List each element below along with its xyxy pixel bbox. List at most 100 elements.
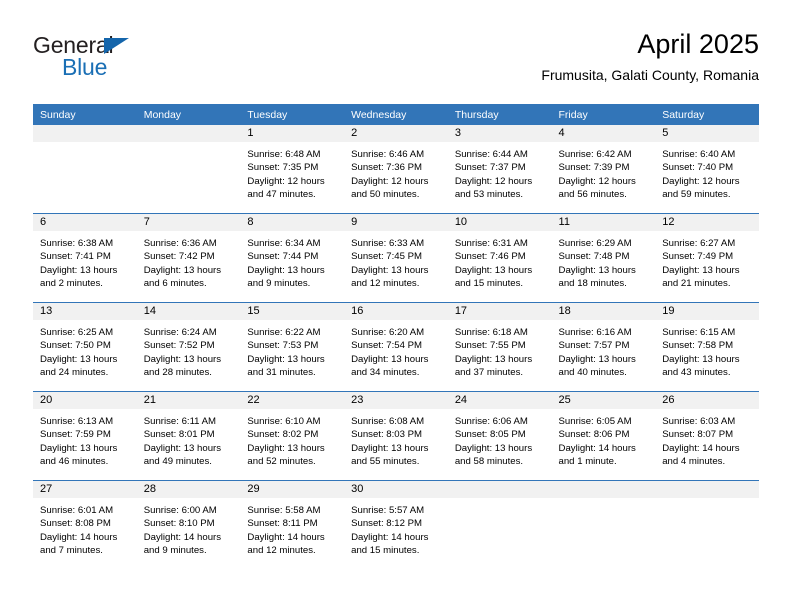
calendar-day-cell[interactable]: 17 Sunrise: 6:18 AM Sunset: 7:55 PM Dayligh… — [447, 302, 552, 392]
day-number: 29 — [240, 481, 345, 498]
day-sunset-text: Sunset: 7:58 PM — [662, 340, 734, 352]
day-cell-inner — [551, 481, 656, 569]
day-number: 4 — [551, 125, 656, 142]
calendar-day-cell[interactable]: 3 Sunrise: 6:44 AM Sunset: 7:37 PM Daylight… — [447, 125, 552, 214]
day-sunset-text: Sunset: 8:11 PM — [247, 518, 318, 530]
day-daylight1-text: Daylight: 13 hours — [247, 264, 325, 276]
day-number: 21 — [136, 392, 241, 409]
day-details: Sunrise: 5:57 AM Sunset: 8:12 PM Daylight:… — [344, 498, 448, 558]
weekday-header-row: Sunday Monday Tuesday Wednesday Thursday… — [33, 104, 759, 125]
calendar-day-cell[interactable]: 29 Sunrise: 5:58 AM Sunset: 8:11 PM Dayligh… — [240, 480, 345, 569]
day-daylight2-text: and 43 minutes. — [662, 367, 731, 379]
day-daylight2-text: and 47 minutes. — [247, 189, 316, 201]
day-sunrise-text: Sunrise: 6:18 AM — [454, 327, 528, 338]
general-blue-logo: General Blue — [33, 32, 213, 88]
day-details: Sunrise: 6:18 AM Sunset: 7:55 PM Daylight:… — [448, 320, 552, 380]
calendar-day-cell[interactable]: 27 Sunrise: 6:01 AM Sunset: 8:08 PM Dayligh… — [33, 480, 137, 569]
calendar-day-cell[interactable]: 5 Sunrise: 6:40 AM Sunset: 7:40 PM Daylight… — [655, 125, 759, 214]
day-sunrise-text: Sunrise: 6:03 AM — [662, 416, 736, 427]
day-daylight2-text: and 34 minutes. — [351, 367, 420, 379]
calendar-day-cell[interactable]: 12 Sunrise: 6:27 AM Sunset: 7:49 PM Dayligh… — [655, 213, 759, 303]
day-number — [447, 481, 552, 498]
day-details: Sunrise: 6:15 AM Sunset: 7:58 PM Daylight:… — [655, 320, 759, 380]
weekday-header-friday: Friday — [551, 104, 656, 125]
day-sunset-text: Sunset: 8:12 PM — [351, 518, 423, 530]
day-number — [655, 481, 759, 498]
day-daylight1-text: Daylight: 13 hours — [662, 264, 740, 276]
day-daylight2-text: and 56 minutes. — [558, 189, 627, 201]
triangle-icon — [104, 38, 129, 54]
calendar-day-cell[interactable]: 7 Sunrise: 6:36 AM Sunset: 7:42 PM Daylight… — [136, 213, 241, 303]
calendar-empty-cell — [447, 480, 552, 569]
calendar-day-cell[interactable]: 4 Sunrise: 6:42 AM Sunset: 7:39 PM Daylight… — [551, 125, 656, 214]
calendar-day-cell[interactable]: 23 Sunrise: 6:08 AM Sunset: 8:03 PM Dayligh… — [344, 391, 448, 481]
day-details: Sunrise: 6:13 AM Sunset: 7:59 PM Daylight:… — [33, 409, 137, 469]
weekday-header-saturday: Saturday — [655, 104, 759, 125]
calendar-week-row: 20 Sunrise: 6:13 AM Sunset: 7:59 PM Dayligh… — [33, 391, 759, 481]
day-daylight2-text: and 15 minutes. — [454, 278, 524, 290]
day-daylight2-text: and 18 minutes. — [558, 278, 627, 290]
day-daylight1-text: Daylight: 12 hours — [662, 175, 740, 187]
day-sunset-text: Sunset: 7:53 PM — [247, 340, 319, 352]
calendar-week-row: 13 Sunrise: 6:25 AM Sunset: 7:50 PM Dayligh… — [33, 302, 759, 392]
day-daylight2-text: and 7 minutes. — [40, 545, 103, 557]
calendar-day-cell[interactable]: 8 Sunrise: 6:34 AM Sunset: 7:44 PM Daylight… — [240, 213, 345, 303]
day-sunset-text: Sunset: 7:36 PM — [351, 162, 423, 174]
day-sunset-text: Sunset: 8:06 PM — [558, 429, 630, 441]
calendar-day-cell[interactable]: 2 Sunrise: 6:46 AM Sunset: 7:36 PM Daylight… — [344, 125, 448, 214]
day-daylight1-text: Daylight: 14 hours — [558, 442, 636, 454]
day-sunrise-text: Sunrise: 6:16 AM — [558, 327, 632, 338]
day-daylight2-text: and 12 minutes. — [351, 278, 420, 290]
day-daylight2-text: and 50 minutes. — [351, 189, 420, 201]
calendar-day-cell[interactable]: 13 Sunrise: 6:25 AM Sunset: 7:50 PM Dayligh… — [33, 302, 137, 392]
calendar-day-cell[interactable]: 15 Sunrise: 6:22 AM Sunset: 7:53 PM Dayligh… — [240, 302, 345, 392]
calendar-day-cell[interactable]: 22 Sunrise: 6:10 AM Sunset: 8:02 PM Dayligh… — [240, 391, 345, 481]
calendar-day-cell[interactable]: 19 Sunrise: 6:15 AM Sunset: 7:58 PM Dayligh… — [655, 302, 759, 392]
calendar-day-cell[interactable]: 16 Sunrise: 6:20 AM Sunset: 7:54 PM Dayligh… — [344, 302, 448, 392]
day-cell-inner: 21 Sunrise: 6:11 AM Sunset: 8:01 PM Dayligh… — [136, 392, 241, 480]
calendar-day-cell[interactable]: 26 Sunrise: 6:03 AM Sunset: 8:07 PM Dayligh… — [655, 391, 759, 481]
calendar-day-cell[interactable]: 25 Sunrise: 6:05 AM Sunset: 8:06 PM Dayligh… — [551, 391, 656, 481]
page-title: April 2025 — [637, 29, 759, 59]
day-cell-inner: 16 Sunrise: 6:20 AM Sunset: 7:54 PM Dayligh… — [344, 303, 448, 391]
day-sunrise-text: Sunrise: 6:36 AM — [143, 238, 217, 249]
day-sunrise-text: Sunrise: 6:38 AM — [40, 238, 114, 249]
calendar-day-cell[interactable]: 20 Sunrise: 6:13 AM Sunset: 7:59 PM Dayligh… — [33, 391, 137, 481]
day-cell-inner — [447, 481, 552, 569]
day-sunrise-text: Sunrise: 6:06 AM — [454, 416, 528, 427]
day-daylight1-text: Daylight: 13 hours — [143, 353, 222, 365]
calendar-day-cell[interactable]: 6 Sunrise: 6:38 AM Sunset: 7:41 PM Daylight… — [33, 213, 137, 303]
day-daylight2-text: and 40 minutes. — [558, 367, 627, 379]
day-daylight2-text: and 15 minutes. — [351, 545, 420, 557]
calendar-day-cell[interactable]: 9 Sunrise: 6:33 AM Sunset: 7:45 PM Daylight… — [344, 213, 448, 303]
calendar-day-cell[interactable]: 11 Sunrise: 6:29 AM Sunset: 7:48 PM Dayligh… — [551, 213, 656, 303]
day-cell-inner: 15 Sunrise: 6:22 AM Sunset: 7:53 PM Dayligh… — [240, 303, 345, 391]
day-cell-inner: 28 Sunrise: 6:00 AM Sunset: 8:10 PM Dayligh… — [136, 481, 241, 569]
day-sunrise-text: Sunrise: 6:05 AM — [558, 416, 632, 427]
calendar-day-cell[interactable]: 1 Sunrise: 6:48 AM Sunset: 7:35 PM Daylight… — [240, 125, 345, 214]
day-cell-inner: 9 Sunrise: 6:33 AM Sunset: 7:45 PM Daylight… — [344, 214, 448, 302]
day-details: Sunrise: 6:05 AM Sunset: 8:06 PM Daylight:… — [552, 409, 656, 469]
day-cell-inner — [655, 481, 759, 569]
day-daylight1-text: Daylight: 13 hours — [247, 353, 325, 365]
day-number: 13 — [33, 303, 137, 320]
day-cell-inner: 7 Sunrise: 6:36 AM Sunset: 7:42 PM Daylight… — [136, 214, 241, 302]
day-sunrise-text: Sunrise: 6:15 AM — [662, 327, 736, 338]
calendar-week-row: 27 Sunrise: 6:01 AM Sunset: 8:08 PM Dayligh… — [33, 480, 759, 569]
calendar-day-cell[interactable]: 21 Sunrise: 6:11 AM Sunset: 8:01 PM Dayligh… — [136, 391, 241, 481]
day-number: 25 — [551, 392, 656, 409]
calendar-day-cell[interactable]: 28 Sunrise: 6:00 AM Sunset: 8:10 PM Dayligh… — [136, 480, 241, 569]
day-daylight1-text: Daylight: 13 hours — [558, 353, 636, 365]
calendar-day-cell[interactable]: 14 Sunrise: 6:24 AM Sunset: 7:52 PM Dayligh… — [136, 302, 241, 392]
day-daylight1-text: Daylight: 13 hours — [351, 353, 429, 365]
calendar-page: General Blue April 2025 Frumusita, Galat… — [0, 0, 792, 612]
calendar-day-cell[interactable]: 24 Sunrise: 6:06 AM Sunset: 8:05 PM Dayligh… — [447, 391, 552, 481]
day-details: Sunrise: 5:58 AM Sunset: 8:11 PM Daylight:… — [240, 498, 344, 558]
day-sunrise-text: Sunrise: 5:58 AM — [247, 505, 321, 516]
day-daylight1-text: Daylight: 13 hours — [662, 353, 740, 365]
calendar-day-cell[interactable]: 10 Sunrise: 6:31 AM Sunset: 7:46 PM Dayligh… — [447, 213, 552, 303]
calendar-day-cell[interactable]: 30 Sunrise: 5:57 AM Sunset: 8:12 PM Dayligh… — [344, 480, 448, 569]
calendar-day-cell[interactable]: 18 Sunrise: 6:16 AM Sunset: 7:57 PM Dayligh… — [551, 302, 656, 392]
day-sunset-text: Sunset: 8:02 PM — [247, 429, 319, 441]
day-daylight1-text: Daylight: 12 hours — [247, 175, 325, 187]
